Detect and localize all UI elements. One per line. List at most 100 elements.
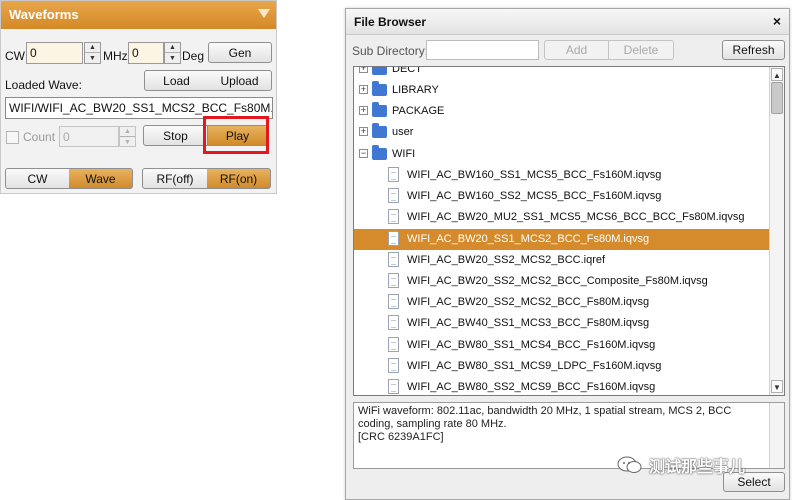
wechat-icon [617, 456, 642, 473]
phase-stepper[interactable]: ▲ ▼ [164, 42, 181, 64]
file-icon [388, 273, 399, 288]
file-label: WIFI_AC_BW20_MU2_SS1_MCS5_MCS6_BCC_BCC_F… [407, 211, 745, 223]
count-checkbox[interactable] [6, 131, 19, 144]
load-button[interactable]: Load [144, 70, 209, 91]
folder-icon [372, 67, 387, 75]
tree-file-row[interactable]: WIFI_AC_BW20_SS2_MCS2_BCC.iqref [354, 250, 769, 271]
count-stepper[interactable]: ▲ ▼ [119, 126, 136, 147]
file-icon [388, 167, 399, 182]
add-button[interactable]: Add [544, 40, 609, 60]
tree-file-row[interactable]: WIFI_AC_BW20_MU2_SS1_MCS5_MCS6_BCC_BCC_F… [354, 207, 769, 228]
stop-button[interactable]: Stop [143, 125, 208, 146]
refresh-button[interactable]: Refresh [722, 40, 785, 60]
phase-input[interactable]: 0 [128, 42, 164, 64]
watermark: 测试那些事儿 [617, 452, 777, 478]
waveforms-panel: Waveforms CW 0 ▲ ▼ MHz 0 ▲ ▼ Deg Gen Loa… [0, 0, 277, 194]
file-label: WIFI_AC_BW80_SS2_MCS9_BCC_Fs160M.iqvsg [407, 381, 656, 393]
close-icon[interactable]: × [773, 13, 781, 29]
expand-icon[interactable]: + [359, 127, 368, 136]
mode-cw-button[interactable]: CW [5, 168, 70, 189]
tree-file-row[interactable]: WIFI_AC_BW80_SS1_MCS4_BCC_Fs160M.iqvsg [354, 335, 769, 356]
tree-file-row[interactable]: WIFI_AC_BW20_SS2_MCS2_BCC_Fs80M.iqvsg [354, 292, 769, 313]
tree-folder-row[interactable]: + user [354, 122, 769, 143]
delete-button[interactable]: Delete [609, 40, 674, 60]
file-label: WIFI_AC_BW40_SS1_MCS3_BCC_Fs80M.iqvsg [407, 317, 650, 329]
folder-label: user [392, 126, 414, 138]
cw-frequency-input[interactable]: 0 [26, 42, 83, 64]
tree-folder-row[interactable]: − WIFI [354, 144, 769, 165]
file-browser-titlebar[interactable]: File Browser × [346, 9, 789, 35]
folder-label: WIFI [392, 148, 416, 160]
file-icon [388, 252, 399, 267]
gen-button[interactable]: Gen [208, 42, 272, 63]
deg-unit-label: Deg [182, 49, 205, 63]
file-label: WIFI_AC_BW20_SS2_MCS2_BCC.iqref [407, 254, 606, 266]
wave-description-text: WiFi waveform: 802.11ac, bandwidth 20 MH… [358, 405, 732, 430]
file-icon [388, 358, 399, 373]
cw-label: CW [5, 49, 25, 63]
file-label: WIFI_AC_BW80_SS1_MCS9_LDPC_Fs160M.iqvsg [407, 360, 662, 372]
waveforms-panel-header[interactable]: Waveforms [1, 1, 276, 29]
file-icon [388, 379, 399, 394]
tree-file-row[interactable]: WIFI_AC_BW80_SS2_MCS9_BCC_Fs160M.iqvsg [354, 377, 769, 395]
file-label: WIFI_AC_BW160_SS1_MCS5_BCC_Fs160M.iqvsg [407, 169, 662, 181]
watermark-text: 测试那些事儿 [649, 459, 746, 476]
tree-folder-row[interactable]: + LIBRARY [354, 80, 769, 101]
collapse-icon[interactable]: − [359, 149, 368, 158]
scroll-up-icon[interactable]: ▲ [771, 68, 783, 81]
loaded-wave-label: Loaded Wave: [5, 78, 82, 92]
wave-crc-text: [CRC 6239A1FC] [358, 431, 444, 443]
cw-frequency-stepper[interactable]: ▲ ▼ [84, 42, 101, 64]
spin-up-icon[interactable]: ▲ [120, 127, 135, 137]
folder-icon [372, 102, 387, 117]
file-label: WIFI_AC_BW20_SS2_MCS2_BCC_Fs80M.iqvsg [407, 296, 650, 308]
tree-file-row[interactable]: WIFI_AC_BW80_SS1_MCS9_LDPC_Fs160M.iqvsg [354, 356, 769, 377]
scroll-down-icon[interactable]: ▼ [771, 380, 783, 393]
file-icon [388, 188, 399, 203]
folder-label: LIBRARY [392, 84, 439, 96]
tree-scrollbar[interactable]: ▲ ▼ [769, 67, 784, 395]
tree-file-row[interactable]: WIFI_AC_BW160_SS1_MCS5_BCC_Fs160M.iqvsg [354, 165, 769, 186]
folder-label: PACKAGE [392, 105, 445, 117]
count-input[interactable]: 0 [59, 126, 119, 147]
expand-icon[interactable]: + [359, 106, 368, 115]
spin-down-icon[interactable]: ▼ [85, 53, 100, 63]
play-highlight-box [203, 116, 269, 154]
tree-file-row[interactable]: WIFI_AC_BW160_SS2_MCS5_BCC_Fs160M.iqvsg [354, 186, 769, 207]
tree-file-row-selected[interactable]: WIFI_AC_BW20_SS1_MCS2_BCC_Fs80M.iqvsg [354, 229, 769, 250]
expand-icon[interactable]: + [359, 85, 368, 94]
file-label: WIFI_AC_BW80_SS1_MCS4_BCC_Fs160M.iqvsg [407, 339, 656, 351]
file-icon [388, 294, 399, 309]
file-tree[interactable]: + DECT + LIBRARY + PACKAGE + user − WIFI… [353, 66, 785, 396]
spin-up-icon[interactable]: ▲ [165, 43, 180, 53]
folder-icon [372, 123, 387, 138]
tree-file-row[interactable]: WIFI_AC_BW40_SS1_MCS3_BCC_Fs80M.iqvsg [354, 313, 769, 334]
upload-button[interactable]: Upload [208, 70, 272, 91]
file-icon [388, 231, 399, 246]
rf-on-button[interactable]: RF(on) [207, 168, 271, 189]
spin-down-icon[interactable]: ▼ [120, 137, 135, 147]
file-icon [388, 209, 399, 224]
folder-icon [372, 81, 387, 96]
sub-directory-input[interactable] [426, 40, 539, 60]
scroll-thumb[interactable] [771, 82, 783, 114]
count-label: Count [23, 130, 56, 144]
file-label: WIFI_AC_BW20_SS1_MCS2_BCC_Fs80M.iqvsg [407, 233, 650, 245]
file-browser-dialog: File Browser × Sub Directory: Add Delete… [345, 8, 790, 500]
file-icon [388, 315, 399, 330]
waveforms-title: Waveforms [9, 7, 79, 22]
file-browser-title: File Browser [354, 15, 427, 29]
collapse-triangle-icon[interactable] [258, 9, 270, 18]
file-label: WIFI_AC_BW160_SS2_MCS5_BCC_Fs160M.iqvsg [407, 190, 662, 202]
folder-label: DECT [392, 66, 422, 75]
tree-folder-row[interactable]: + DECT [354, 66, 769, 80]
spin-down-icon[interactable]: ▼ [165, 53, 180, 63]
tree-folder-row[interactable]: + PACKAGE [354, 101, 769, 122]
tree-file-row[interactable]: WIFI_AC_BW20_SS2_MCS2_BCC_Composite_Fs80… [354, 271, 769, 292]
sub-directory-label: Sub Directory: [352, 44, 429, 58]
expand-icon[interactable]: + [359, 67, 368, 73]
mode-wave-button[interactable]: Wave [69, 168, 133, 189]
rf-off-button[interactable]: RF(off) [142, 168, 208, 189]
file-label: WIFI_AC_BW20_SS2_MCS2_BCC_Composite_Fs80… [407, 275, 708, 287]
spin-up-icon[interactable]: ▲ [85, 43, 100, 53]
